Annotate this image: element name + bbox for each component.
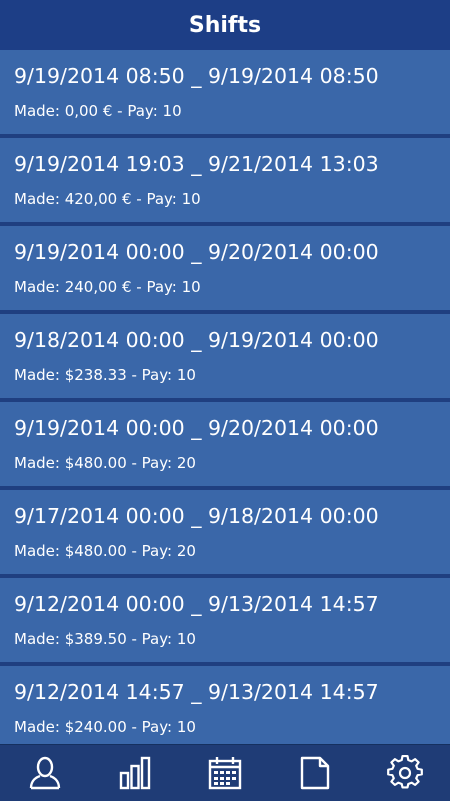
shift-earnings: Made: 0,00 € - Pay: 10 <box>14 102 182 120</box>
shift-list[interactable]: 9/19/2014 08:50 _ 9/19/2014 08:50 Made: … <box>0 50 450 744</box>
tab-statistics[interactable] <box>105 745 165 801</box>
shift-date-range: 9/12/2014 00:00 _ 9/13/2014 14:57 <box>14 592 379 616</box>
shift-earnings: Made: $389.50 - Pay: 10 <box>14 630 196 648</box>
tab-reports[interactable] <box>285 745 345 801</box>
shift-row[interactable]: 9/12/2014 00:00 _ 9/13/2014 14:57 Made: … <box>0 578 450 666</box>
app-header: Shifts <box>0 0 450 50</box>
shift-earnings: Made: 420,00 € - Pay: 10 <box>14 190 201 208</box>
shift-earnings: Made: $480.00 - Pay: 20 <box>14 542 196 560</box>
person-icon <box>29 756 61 790</box>
shift-date-range: 9/18/2014 00:00 _ 9/19/2014 00:00 <box>14 328 379 352</box>
page-title: Shifts <box>188 12 262 38</box>
calendar-icon <box>208 757 242 790</box>
shift-earnings: Made: 240,00 € - Pay: 10 <box>14 278 201 296</box>
shift-earnings: Made: $238.33 - Pay: 10 <box>14 366 196 384</box>
shift-date-range: 9/19/2014 19:03 _ 9/21/2014 13:03 <box>14 152 379 176</box>
shift-date-range: 9/19/2014 08:50 _ 9/19/2014 08:50 <box>14 64 379 88</box>
shift-earnings: Made: $480.00 - Pay: 20 <box>14 454 196 472</box>
shift-row[interactable]: 9/19/2014 00:00 _ 9/20/2014 00:00 Made: … <box>0 402 450 490</box>
shift-row[interactable]: 9/18/2014 00:00 _ 9/19/2014 00:00 Made: … <box>0 314 450 402</box>
gear-icon <box>387 755 423 789</box>
tab-settings[interactable] <box>375 745 435 801</box>
bottom-tab-bar <box>0 744 450 801</box>
shift-row[interactable]: 9/12/2014 14:57 _ 9/13/2014 14:57 Made: … <box>0 666 450 744</box>
shift-date-range: 9/17/2014 00:00 _ 9/18/2014 00:00 <box>14 504 379 528</box>
shift-date-range: 9/19/2014 00:00 _ 9/20/2014 00:00 <box>14 240 379 264</box>
shift-date-range: 9/19/2014 00:00 _ 9/20/2014 00:00 <box>14 416 379 440</box>
shift-date-range: 9/12/2014 14:57 _ 9/13/2014 14:57 <box>14 680 379 704</box>
shift-row[interactable]: 9/19/2014 00:00 _ 9/20/2014 00:00 Made: … <box>0 226 450 314</box>
shift-earnings: Made: $240.00 - Pay: 10 <box>14 718 196 736</box>
shift-row[interactable]: 9/19/2014 19:03 _ 9/21/2014 13:03 Made: … <box>0 138 450 226</box>
shift-row[interactable]: 9/19/2014 08:50 _ 9/19/2014 08:50 Made: … <box>0 50 450 138</box>
tab-calendar[interactable] <box>195 745 255 801</box>
tab-profile[interactable] <box>15 745 75 801</box>
document-icon <box>300 756 330 790</box>
shift-row[interactable]: 9/17/2014 00:00 _ 9/18/2014 00:00 Made: … <box>0 490 450 578</box>
bar-chart-icon <box>119 756 151 790</box>
